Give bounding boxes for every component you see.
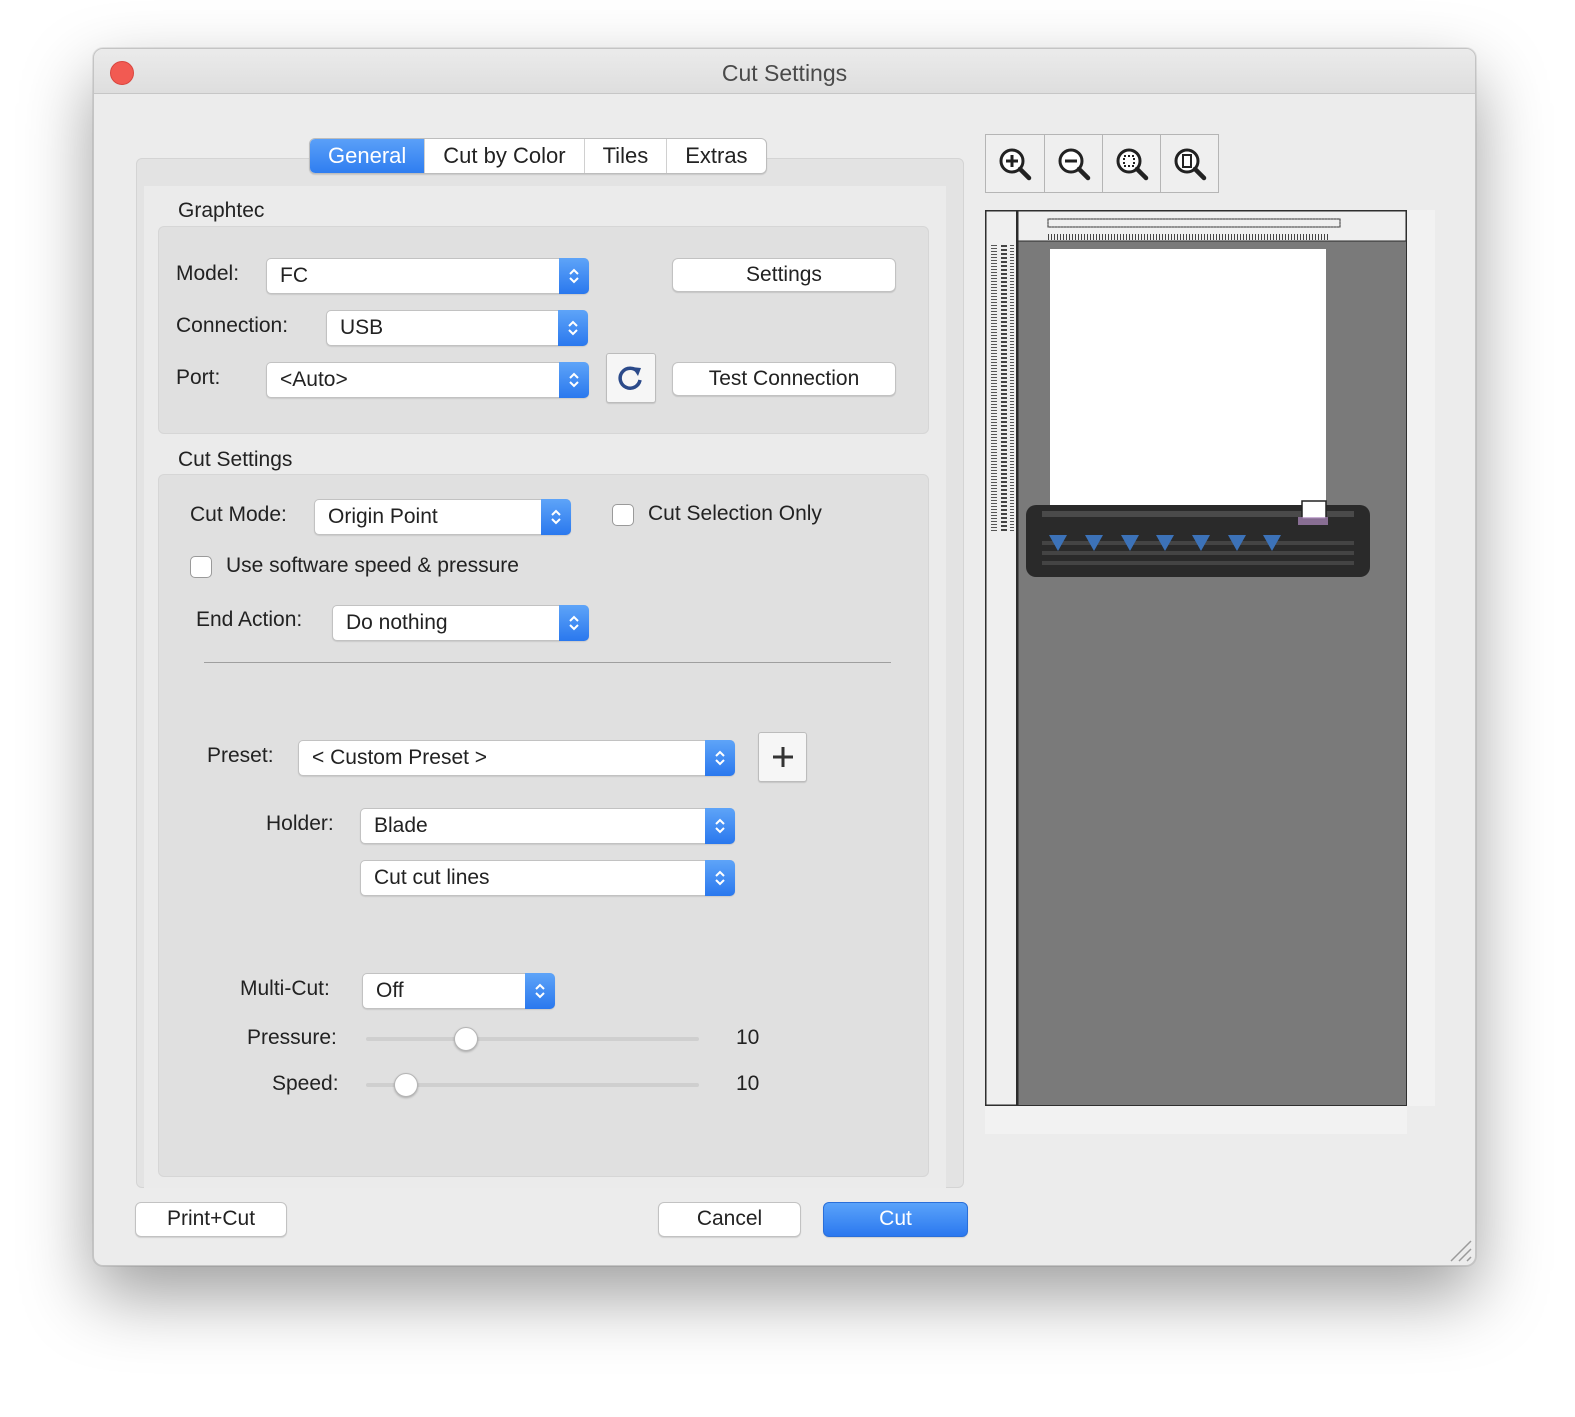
cut-preview[interactable] — [985, 210, 1407, 1106]
tab-bar: General Cut by Color Tiles Extras — [309, 138, 767, 174]
preview-scroll-gutter-bottom — [985, 1106, 1407, 1134]
end-action-value: Do nothing — [346, 611, 448, 634]
preset-value: < Custom Preset > — [312, 746, 488, 769]
port-label: Port: — [176, 366, 221, 389]
zoom-toolbar — [985, 134, 1219, 193]
chevron-up-down-icon — [525, 973, 555, 1009]
preset-select[interactable]: < Custom Preset > — [298, 740, 735, 776]
port-value: <Auto> — [280, 368, 348, 391]
model-label: Model: — [176, 262, 240, 285]
test-connection-button[interactable]: Test Connection — [672, 362, 896, 396]
cut-selection-only-label: Cut Selection Only — [648, 502, 822, 525]
use-software-speed-label: Use software speed & pressure — [226, 554, 519, 577]
pressure-slider-knob[interactable] — [453, 1027, 478, 1051]
chevron-up-down-icon — [705, 808, 735, 844]
speed-label: Speed: — [272, 1072, 339, 1095]
multi-cut-select[interactable]: Off — [362, 973, 555, 1009]
zoom-in-button[interactable] — [986, 135, 1044, 192]
chevron-up-down-icon — [558, 310, 588, 346]
zoom-page-button[interactable] — [1160, 135, 1218, 192]
graphtec-group-label: Graphtec — [178, 199, 265, 222]
zoom-out-icon — [1058, 148, 1090, 180]
cut-mode-select[interactable]: Origin Point — [314, 499, 571, 535]
use-software-speed-checkbox[interactable] — [190, 556, 212, 578]
pressure-slider[interactable] — [366, 1037, 699, 1041]
zoom-fit-icon — [1116, 148, 1148, 180]
connection-value: USB — [340, 316, 384, 339]
chevron-up-down-icon — [705, 740, 735, 776]
speed-slider-knob[interactable] — [393, 1073, 418, 1097]
add-preset-button[interactable] — [758, 732, 807, 782]
cut-button[interactable]: Cut — [823, 1202, 968, 1237]
refresh-port-button[interactable] — [606, 353, 656, 403]
chevron-up-down-icon — [705, 860, 735, 896]
connection-select[interactable]: USB — [326, 310, 588, 346]
settings-button[interactable]: Settings — [672, 258, 896, 292]
zoom-fit-button[interactable] — [1102, 135, 1160, 192]
separator — [204, 662, 891, 663]
tab-extras[interactable]: Extras — [666, 139, 765, 173]
cut-settings-group-label: Cut Settings — [178, 448, 293, 471]
chevron-up-down-icon — [541, 499, 571, 535]
holder-action-select[interactable]: Cut cut lines — [360, 860, 735, 896]
cut-settings-window: Cut Settings General Cut by Color Tiles … — [93, 48, 1476, 1266]
holder-action-value: Cut cut lines — [374, 866, 490, 889]
tab-cut-by-color[interactable]: Cut by Color — [424, 139, 583, 173]
chevron-up-down-icon — [559, 362, 589, 398]
chevron-up-down-icon — [559, 258, 589, 294]
window-title: Cut Settings — [721, 60, 848, 86]
tab-tiles[interactable]: Tiles — [583, 139, 667, 173]
tab-general[interactable]: General — [310, 139, 425, 173]
refresh-icon — [618, 366, 642, 390]
cancel-button[interactable]: Cancel — [658, 1202, 801, 1237]
chevron-up-down-icon — [559, 605, 589, 641]
model-value: FC — [280, 264, 308, 287]
holder-select[interactable]: Blade — [360, 808, 735, 844]
print-cut-button[interactable]: Print+Cut — [135, 1202, 287, 1237]
connection-label: Connection: — [176, 314, 289, 337]
speed-value: 10 — [736, 1072, 760, 1095]
zoom-page-icon — [1174, 148, 1206, 180]
multi-cut-value: Off — [376, 979, 404, 1002]
preview-scroll-gutter — [1407, 210, 1435, 1106]
cut-selection-only-checkbox[interactable] — [612, 504, 634, 526]
pressure-label: Pressure: — [247, 1026, 337, 1049]
holder-label: Holder: — [266, 812, 334, 835]
zoom-out-button[interactable] — [1044, 135, 1102, 192]
multi-cut-label: Multi-Cut: — [240, 977, 330, 1000]
end-action-select[interactable]: Do nothing — [332, 605, 589, 641]
title-bar: Cut Settings — [94, 49, 1475, 94]
plus-icon — [773, 747, 793, 767]
model-select[interactable]: FC — [266, 258, 589, 294]
cut-mode-label: Cut Mode: — [190, 503, 287, 526]
resize-grip-icon[interactable] — [1445, 1235, 1473, 1263]
end-action-label: End Action: — [196, 608, 303, 631]
zoom-in-icon — [999, 148, 1032, 180]
cut-mode-value: Origin Point — [328, 505, 438, 528]
holder-value: Blade — [374, 814, 428, 837]
preset-label: Preset: — [207, 744, 274, 767]
plotter-preview-graphic — [986, 211, 1406, 1105]
pressure-value: 10 — [736, 1026, 760, 1049]
port-select[interactable]: <Auto> — [266, 362, 589, 398]
